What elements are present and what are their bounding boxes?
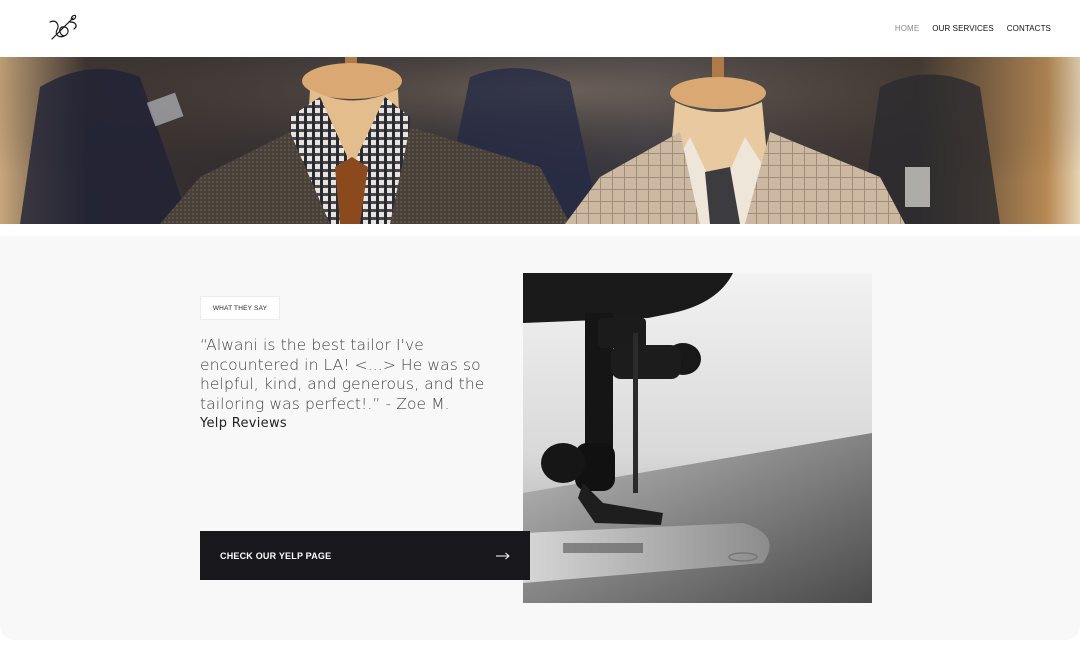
nav-our-services[interactable]: OUR SERVICES — [932, 24, 994, 33]
testimonial-quote: “Alwani is the best tailor I've encounte… — [200, 336, 485, 413]
testimonial-source: Yelp Reviews — [200, 416, 287, 431]
arrow-right-icon — [496, 552, 510, 559]
check-yelp-page-button[interactable]: CHECK OUR YELP PAGE — [200, 531, 530, 580]
nav-home[interactable]: HOME — [895, 24, 919, 33]
needle-thread-logo[interactable] — [46, 13, 80, 43]
site-header: HOME OUR SERVICES CONTACTS — [0, 0, 1080, 57]
nav-contacts[interactable]: CONTACTS — [1007, 24, 1051, 33]
sewing-machine-photo — [523, 273, 872, 603]
section-badge: WHAT THEY SAY — [200, 296, 280, 320]
main-nav: HOME OUR SERVICES CONTACTS — [895, 24, 1051, 33]
hero-banner-image — [0, 57, 1080, 224]
cta-label: CHECK OUR YELP PAGE — [220, 550, 332, 561]
